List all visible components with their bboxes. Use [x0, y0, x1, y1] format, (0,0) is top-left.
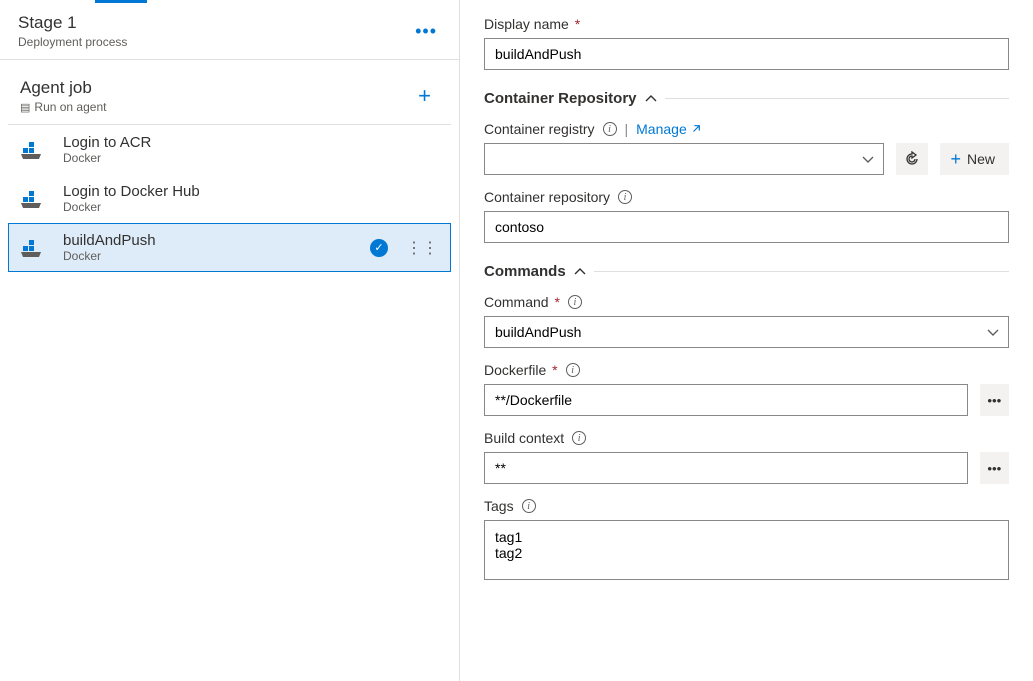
task-row[interactable]: Login to ACR Docker: [8, 125, 451, 174]
info-icon[interactable]: i: [618, 190, 632, 204]
info-icon[interactable]: i: [566, 363, 580, 377]
new-button[interactable]: + New: [940, 143, 1009, 175]
grip-icon[interactable]: ⋮⋮: [406, 238, 438, 258]
task-title: Login to ACR: [63, 134, 438, 151]
task-subtitle: Docker: [63, 200, 438, 214]
docker-icon: [21, 185, 49, 213]
left-pane: Stage 1 Deployment process ••• Agent job…: [0, 0, 460, 681]
task-row-selected[interactable]: buildAndPush Docker ✓ ⋮⋮: [8, 223, 451, 272]
build-context-label: Build context i: [484, 430, 1009, 446]
info-icon[interactable]: i: [568, 295, 582, 309]
docker-icon: [21, 234, 49, 262]
task-title: Login to Docker Hub: [63, 183, 438, 200]
required-asterisk: *: [575, 16, 580, 32]
server-icon: ▤: [20, 101, 30, 114]
container-repository-label: Container repository i: [484, 189, 1009, 205]
plus-icon: +: [950, 149, 961, 170]
dockerfile-input[interactable]: [484, 384, 968, 416]
task-subtitle: Docker: [63, 151, 438, 165]
build-context-input[interactable]: [484, 452, 968, 484]
info-icon[interactable]: i: [603, 122, 617, 136]
docker-icon: [21, 136, 49, 164]
agent-job-row[interactable]: Agent job ▤ Run on agent +: [8, 68, 451, 125]
info-icon[interactable]: i: [522, 499, 536, 513]
display-name-input[interactable]: [484, 38, 1009, 70]
command-label: Command * i: [484, 294, 1009, 310]
external-link-icon: [691, 124, 701, 134]
ellipsis-icon: •••: [987, 461, 1001, 476]
agent-job-title: Agent job: [20, 78, 106, 98]
more-icon[interactable]: •••: [409, 17, 443, 46]
required-asterisk: *: [554, 294, 559, 310]
container-registry-label: Container registry i | Manage: [484, 121, 1009, 137]
stage-title: Stage 1: [18, 13, 127, 33]
tags-textarea[interactable]: [484, 520, 1009, 580]
container-registry-select[interactable]: [484, 143, 884, 175]
chevron-up-icon: [645, 90, 657, 107]
container-repository-section[interactable]: Container Repository: [484, 90, 1009, 107]
command-select[interactable]: [484, 316, 1009, 348]
stage-header[interactable]: Stage 1 Deployment process •••: [0, 3, 459, 60]
commands-section[interactable]: Commands: [484, 263, 1009, 280]
check-badge-icon: ✓: [370, 239, 388, 257]
browse-button[interactable]: •••: [980, 384, 1009, 416]
add-task-button[interactable]: +: [410, 81, 439, 111]
tasks-list: Agent job ▤ Run on agent + Login to ACR …: [0, 60, 459, 280]
task-row[interactable]: Login to Docker Hub Docker: [8, 174, 451, 223]
container-repository-input[interactable]: [484, 211, 1009, 243]
info-icon[interactable]: i: [572, 431, 586, 445]
browse-button[interactable]: •••: [980, 452, 1009, 484]
ellipsis-icon: •••: [987, 393, 1001, 408]
required-asterisk: *: [552, 362, 557, 378]
agent-job-subtitle: ▤ Run on agent: [20, 100, 106, 114]
stage-subtitle: Deployment process: [18, 35, 127, 49]
manage-link[interactable]: Manage: [636, 121, 701, 137]
display-name-label: Display name *: [484, 16, 1009, 32]
chevron-up-icon: [574, 263, 586, 280]
task-subtitle: Docker: [63, 249, 356, 263]
dockerfile-label: Dockerfile * i: [484, 362, 1009, 378]
right-pane: Display name * Container Repository Cont…: [460, 0, 1033, 681]
refresh-button[interactable]: [896, 143, 928, 175]
refresh-icon: [904, 151, 920, 167]
task-title: buildAndPush: [63, 232, 356, 249]
tags-label: Tags i: [484, 498, 1009, 514]
